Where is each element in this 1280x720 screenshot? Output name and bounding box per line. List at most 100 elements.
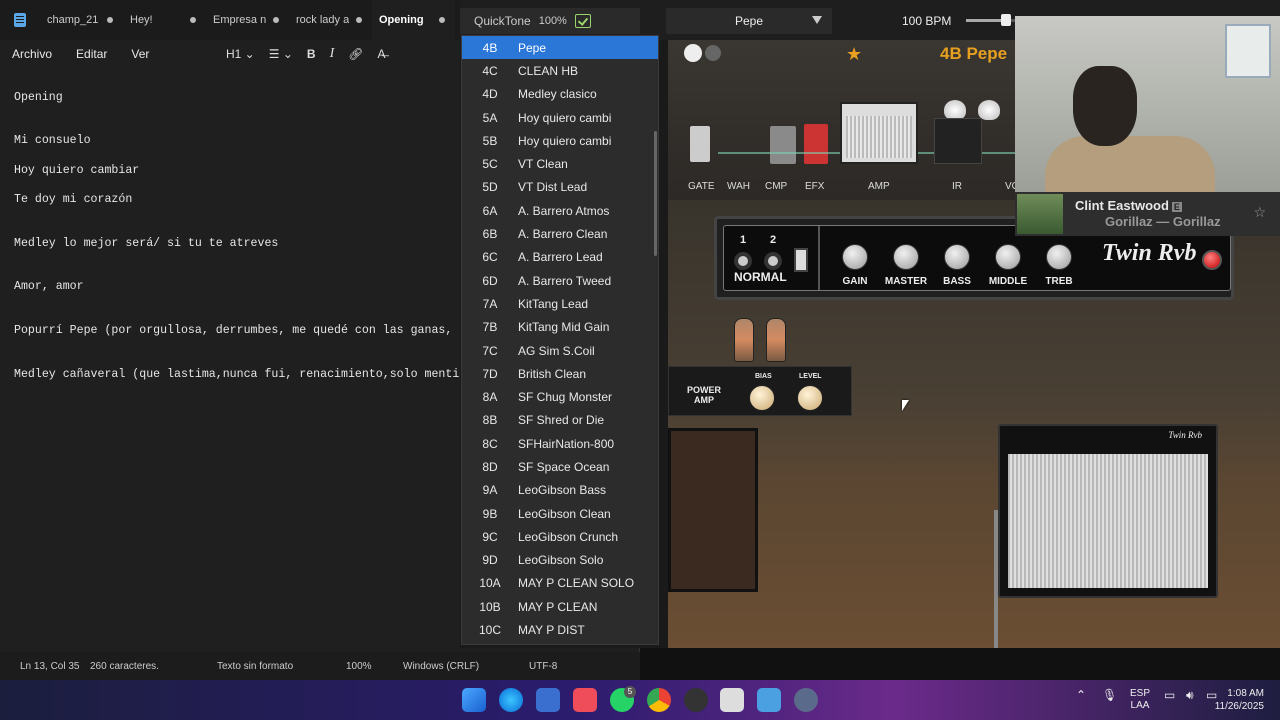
line-ending[interactable]: Windows (CRLF) xyxy=(403,661,479,672)
treble-knob[interactable] xyxy=(1046,244,1072,270)
favorite-star-icon[interactable]: ★ xyxy=(846,44,862,65)
list-icon[interactable]: ☰ ⌄ xyxy=(269,47,293,61)
user-icon[interactable] xyxy=(684,44,702,62)
preset-item[interactable]: 5B Hoy quiero cambi xyxy=(462,129,658,152)
favorite-star-icon[interactable]: ☆ xyxy=(1253,204,1266,221)
bold-icon[interactable]: B xyxy=(307,47,316,61)
music-icon[interactable] xyxy=(573,688,597,712)
preset-item[interactable]: 7C AG Sim S.Coil xyxy=(462,339,658,362)
preset-item[interactable]: 9D LeoGibson Solo xyxy=(462,549,658,572)
power-jewel-light[interactable] xyxy=(1202,250,1222,270)
comp-pedal[interactable] xyxy=(770,126,796,164)
account-home-buttons[interactable] xyxy=(684,44,722,64)
middle-knob[interactable] xyxy=(995,244,1021,270)
preset-name: MAY P CLEAN SOLO xyxy=(518,576,635,591)
save-check-icon[interactable] xyxy=(574,14,591,28)
chrome-icon[interactable] xyxy=(647,688,671,712)
bass-knob[interactable] xyxy=(944,244,970,270)
menu-ver[interactable]: Ver xyxy=(131,47,149,61)
preset-item[interactable]: 10A MAY P CLEAN SOLO xyxy=(462,572,658,595)
tab-empresa[interactable]: Empresa n xyxy=(206,0,289,40)
preset-item[interactable]: 10B MAY P CLEAN xyxy=(462,595,658,618)
preset-selector[interactable]: Pepe xyxy=(666,8,832,34)
bpm-slider-thumb[interactable] xyxy=(1001,14,1011,26)
preset-item[interactable]: 7D British Clean xyxy=(462,362,658,385)
microphone-stand[interactable] xyxy=(994,510,998,648)
preset-item[interactable]: 8A SF Chug Monster xyxy=(462,385,658,408)
preset-item[interactable]: 4B Pepe xyxy=(462,36,658,60)
settings-icon[interactable] xyxy=(794,688,818,712)
menu-editar[interactable]: Editar xyxy=(76,47,107,61)
preset-item[interactable]: 6D A. Barrero Tweed xyxy=(462,269,658,292)
ir-module[interactable] xyxy=(934,118,982,164)
studio-light xyxy=(944,100,966,120)
preset-item[interactable]: 9C LeoGibson Crunch xyxy=(462,525,658,548)
dropdown-scrollbar[interactable] xyxy=(654,131,657,256)
italic-icon[interactable]: I xyxy=(330,46,335,62)
preset-name: A. Barrero Clean xyxy=(518,227,608,242)
preset-item[interactable]: 6C A. Barrero Lead xyxy=(462,246,658,269)
chevron-up-icon[interactable]: ⌃ xyxy=(1076,688,1086,702)
system-clock[interactable]: 1:08 AM 11/26/2025 xyxy=(1215,687,1264,713)
amp-module[interactable] xyxy=(840,102,918,164)
preset-item[interactable]: 5A Hoy quiero cambi xyxy=(462,106,658,129)
preset-item[interactable]: 5C VT Clean xyxy=(462,152,658,175)
notepad-icon[interactable] xyxy=(757,688,781,712)
quicktone-button[interactable]: QuickTone 100% xyxy=(460,8,640,34)
tab-rock-lady[interactable]: rock lady a xyxy=(289,0,372,40)
language-indicator[interactable]: ESP LAA xyxy=(1130,688,1150,712)
preset-title: 4B Pepe xyxy=(940,44,1008,63)
channel-switch[interactable] xyxy=(794,248,808,272)
store-icon[interactable] xyxy=(536,688,560,712)
level-knob[interactable] xyxy=(797,385,823,411)
heading-dropdown[interactable]: H1 ⌄ xyxy=(226,47,255,61)
link-icon[interactable]: 🔗︎ xyxy=(348,47,363,61)
preset-item[interactable]: 4D Medley clasico xyxy=(462,83,658,106)
preset-item[interactable]: 9A LeoGibson Bass xyxy=(462,479,658,502)
preset-item[interactable]: 6B A. Barrero Clean xyxy=(462,222,658,245)
preset-name: CLEAN HB xyxy=(518,63,579,78)
preset-code: 4D xyxy=(482,87,498,102)
preset-item[interactable]: 10C MAY P DIST xyxy=(462,618,658,641)
preset-item[interactable]: 6A A. Barrero Atmos xyxy=(462,199,658,222)
preset-item[interactable]: 8C SFHairNation-800 xyxy=(462,432,658,455)
preset-item[interactable]: 8B SF Shred or Die xyxy=(462,409,658,432)
tab-hey[interactable]: Hey! xyxy=(123,0,206,40)
edge-icon[interactable] xyxy=(499,688,523,712)
preset-item[interactable]: 8D SF Space Ocean xyxy=(462,455,658,478)
gain-knob[interactable] xyxy=(842,244,868,270)
menu-archivo[interactable]: Archivo xyxy=(12,47,52,61)
bias-knob[interactable] xyxy=(749,385,775,411)
preset-name: LeoGibson Bass xyxy=(518,483,607,498)
preset-item[interactable]: 5D VT Dist Lead xyxy=(462,176,658,199)
tab-opening[interactable]: Opening xyxy=(372,0,455,40)
preset-code: 6D xyxy=(482,273,498,288)
efx-pedal[interactable] xyxy=(804,124,828,164)
home-icon[interactable] xyxy=(705,45,721,61)
level-label: LEVEL xyxy=(799,373,822,380)
preset-item[interactable]: 7B KitTang Mid Gain xyxy=(462,316,658,339)
amp-logo: Twin Rvb xyxy=(1102,240,1197,266)
input-jack-1[interactable] xyxy=(734,252,752,270)
zoom-level[interactable]: 100% xyxy=(346,661,372,672)
tab-champ[interactable]: champ_21 xyxy=(40,0,123,40)
preset-code: 4B xyxy=(482,40,498,55)
volume-icon[interactable]: 🔊︎ xyxy=(1186,688,1194,703)
spellcheck-icon[interactable]: A̶ xyxy=(377,47,385,61)
gate-pedal[interactable] xyxy=(690,126,710,162)
preset-item[interactable]: 9B LeoGibson Clean xyxy=(462,502,658,525)
master-knob[interactable] xyxy=(893,244,919,270)
preset-item[interactable]: 7A KitTang Lead xyxy=(462,292,658,315)
amp-app-icon[interactable] xyxy=(720,688,744,712)
obs-icon[interactable] xyxy=(684,688,708,712)
preset-code: 7C xyxy=(482,343,498,358)
microphone-icon[interactable]: 🎙︎ xyxy=(1102,688,1117,702)
preset-code: 5C xyxy=(482,157,498,172)
preset-item[interactable]: 4C CLEAN HB xyxy=(462,59,658,82)
network-icon[interactable]: ▭ xyxy=(1164,688,1175,702)
input-jack-2[interactable] xyxy=(764,252,782,270)
encoding[interactable]: UTF-8 xyxy=(529,661,557,672)
channel-label: NORMAL xyxy=(734,270,787,284)
start-icon[interactable] xyxy=(462,688,486,712)
bpm-slider[interactable] xyxy=(966,14,1016,26)
